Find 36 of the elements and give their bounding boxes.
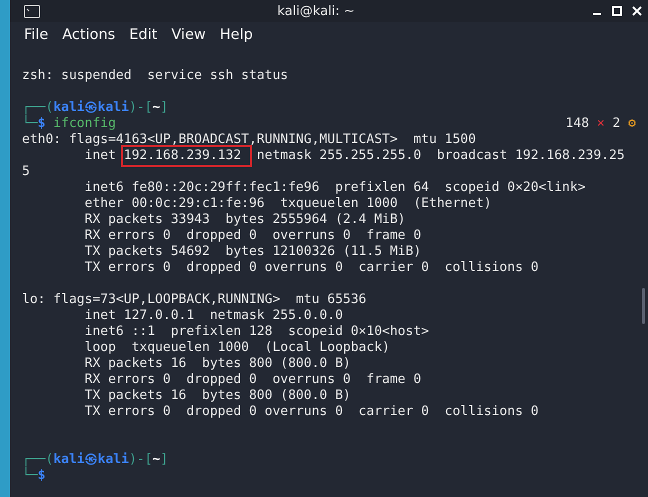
command-line: └─$: [22, 468, 46, 484]
terminal-output-line: TX errors 0 dropped 0 overruns 0 carrier 0 collisions 0: [84, 260, 539, 276]
terminal-output-line: 5: [22, 164, 30, 180]
terminal-output-line: RX errors 0 dropped 0 overruns 0 frame 0: [84, 372, 422, 388]
terminal-output-line: inet 127.0.0.1 netmask 255.0.0.0: [84, 308, 343, 324]
menu-item[interactable]: View: [171, 27, 206, 43]
prompt-line: ┌──(kali㉿kali)-[~]: [22, 452, 168, 467]
terminal-output-line: TX errors 0 dropped 0 overruns 0 carrier 0 collisions 0: [84, 404, 539, 420]
menu-item[interactable]: Actions: [62, 27, 116, 43]
terminal-output-line: lo: flags=73<UP,LOOPBACK,RUNNING> mtu 65536: [22, 292, 366, 308]
terminal-output-line: TX packets 54692 bytes 12100326 (11.5 MiB): [84, 244, 422, 260]
terminal-output-line: loop txqueuelen 1000 (Local Loopback): [84, 340, 390, 356]
terminal-output-text: netmask 255.255.255.0 broadcast 192.168.239.25: [256, 148, 625, 164]
exit-status: 148 × 2: [566, 116, 620, 132]
terminal-output-line: zsh: suspended service ssh status: [22, 68, 288, 84]
menu-item[interactable]: File: [24, 27, 48, 43]
terminal-output-line: inet6 ::1 prefixlen 128 scopeid 0×10<host>: [84, 324, 429, 340]
gear-icon: ⚙: [628, 116, 636, 132]
terminal-output-line: RX packets 33943 bytes 2555964 (2.4 MiB): [84, 212, 406, 228]
highlighted-ip-address: 192.168.239.132: [124, 148, 249, 164]
terminal-output-text: inet: [84, 148, 117, 164]
menu-item[interactable]: Edit: [129, 27, 158, 43]
terminal-output-line: eth0: flags=4163<UP,BROADCAST,RUNNING,MULTICAST> mtu 1500: [22, 132, 476, 148]
terminal-icon: [24, 4, 40, 18]
terminal-output-line: RX errors 0 dropped 0 overruns 0 frame 0: [84, 228, 422, 244]
terminal-output-line: ether 00:0c:29:c1:fe:96 txqueuelen 1000 (Ethernet): [84, 196, 492, 212]
maximize-icon[interactable]: [612, 6, 622, 16]
close-icon[interactable]: [632, 6, 642, 16]
command-line: └─$ ifconfig: [22, 116, 116, 132]
window-title: kali@kali: ~: [276, 4, 356, 18]
menu-item[interactable]: Help: [220, 27, 253, 43]
prompt-line: ┌──(kali㉿kali)-[~]: [22, 100, 168, 115]
scrollbar-thumb[interactable]: [642, 288, 645, 324]
terminal-output-line: inet6 fe80::20c:29ff:fec1:fe96 prefixlen 64 scopeid 0×20<link>: [84, 180, 586, 196]
terminal-output-line: TX packets 16 bytes 800 (800.0 B): [84, 388, 351, 404]
terminal-output-line: RX packets 16 bytes 800 (800.0 B): [84, 356, 351, 372]
